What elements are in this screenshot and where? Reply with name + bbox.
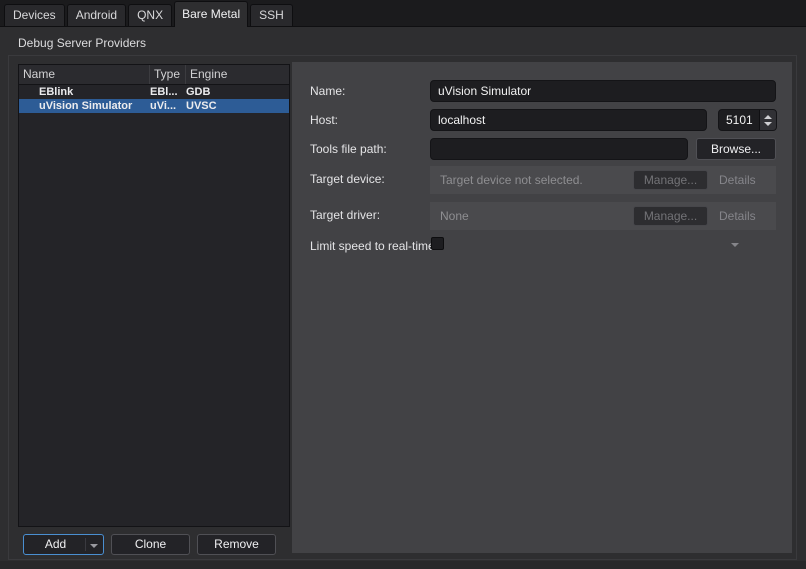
column-header-engine[interactable]: Engine	[186, 65, 289, 84]
add-button-label: Add	[44, 537, 67, 551]
tools-file-path-field[interactable]	[430, 138, 688, 160]
add-button[interactable]: Add	[23, 534, 104, 555]
host-field[interactable]	[430, 109, 707, 131]
tab-bar: Devices Android QNX Bare Metal SSH	[0, 0, 806, 27]
chevron-down-icon	[731, 242, 739, 247]
cell-type: uVi...	[150, 100, 177, 112]
cell-name: EBlink	[39, 86, 74, 98]
browse-button[interactable]: Browse...	[696, 138, 776, 160]
port-spinner[interactable]: 5101	[718, 109, 777, 131]
spin-up-icon[interactable]	[764, 114, 772, 119]
tab-android[interactable]: Android	[66, 4, 127, 26]
port-value: 5101	[726, 113, 753, 127]
target-driver-value: None	[440, 209, 469, 223]
spinner-buttons	[759, 110, 776, 130]
tab-bare-metal[interactable]: Bare Metal	[174, 1, 249, 27]
tab-qnx[interactable]: QNX	[128, 4, 173, 26]
chevron-down-icon[interactable]	[90, 544, 98, 548]
spin-down-icon[interactable]	[764, 121, 772, 126]
cell-name: uVision Simulator	[39, 100, 133, 112]
cell-engine: UVSC	[186, 100, 217, 112]
details-label: Details	[719, 173, 756, 187]
name-label: Name:	[310, 84, 346, 98]
tab-ssh[interactable]: SSH	[250, 4, 293, 26]
limit-speed-label: Limit speed to real-time:	[310, 239, 439, 253]
target-driver-label: Target driver:	[310, 208, 381, 222]
provider-table: Name Type Engine EBlink EBl... GDB uVisi…	[18, 64, 290, 527]
manage-device-button[interactable]: Manage...	[633, 170, 708, 190]
manage-driver-button[interactable]: Manage...	[633, 206, 708, 226]
column-header-name[interactable]: Name	[19, 65, 150, 84]
target-device-value: Target device not selected.	[440, 173, 583, 187]
target-device-row: Target device not selected. Manage... De…	[430, 166, 776, 211]
clone-button[interactable]: Clone	[111, 534, 190, 555]
provider-details-panel: Name: Host: 5101 Tools file path: Browse…	[292, 62, 792, 553]
table-row-uvision-simulator[interactable]: uVision Simulator uVi... UVSC	[19, 99, 289, 113]
tools-file-path-label: Tools file path:	[310, 142, 387, 156]
group-title: Debug Server Providers	[18, 36, 147, 50]
remove-button[interactable]: Remove	[197, 534, 276, 555]
driver-details-button[interactable]: Details	[719, 202, 776, 247]
table-row-eblink[interactable]: EBlink EBl... GDB	[19, 85, 289, 99]
host-label: Host:	[310, 113, 339, 127]
column-header-type[interactable]: Type	[150, 65, 186, 84]
details-label: Details	[719, 209, 756, 223]
cell-engine: GDB	[186, 86, 211, 98]
add-button-separator	[85, 538, 86, 551]
cell-type: EBl...	[150, 86, 178, 98]
limit-speed-checkbox[interactable]	[431, 237, 444, 250]
provider-table-header: Name Type Engine	[19, 65, 289, 85]
device-details-button[interactable]: Details	[719, 166, 776, 211]
name-field[interactable]	[430, 80, 776, 102]
target-driver-row: None Manage... Details	[430, 202, 776, 247]
target-device-label: Target device:	[310, 172, 385, 186]
tab-devices[interactable]: Devices	[4, 4, 65, 26]
